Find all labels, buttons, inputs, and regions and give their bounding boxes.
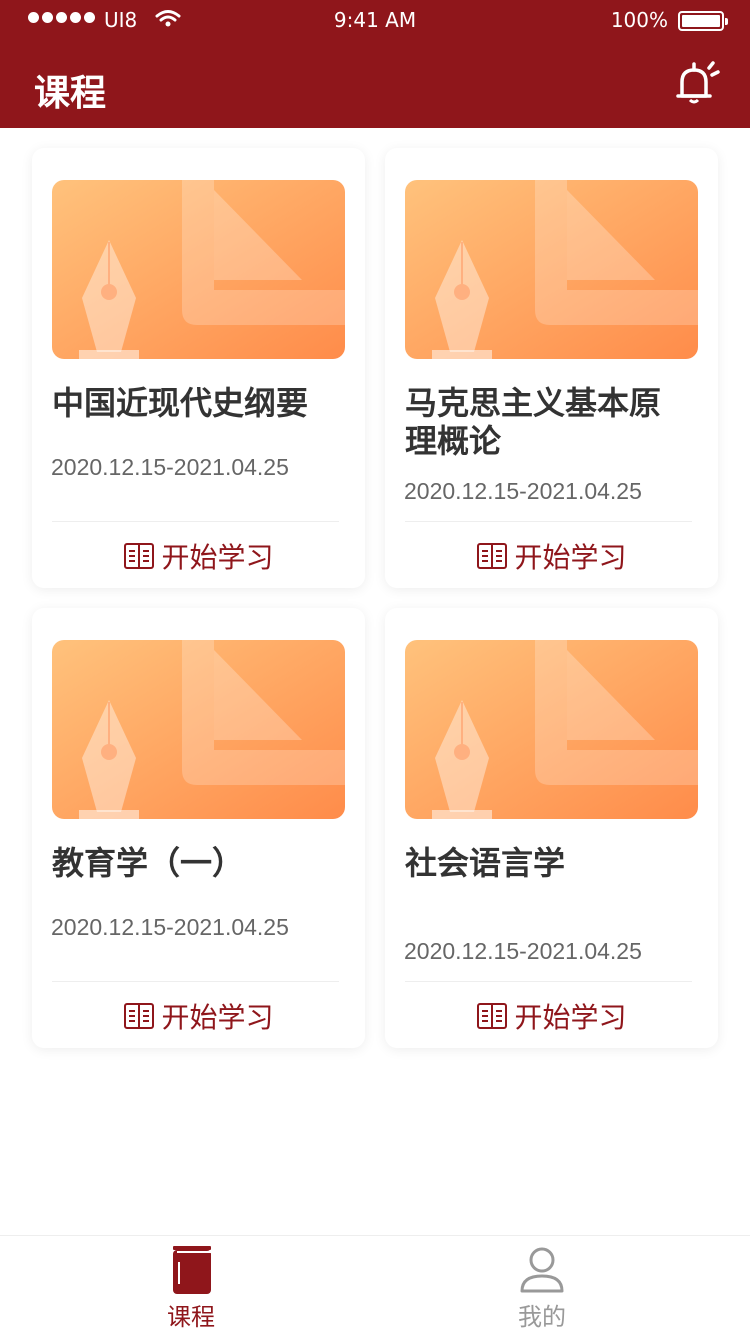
bottom-tab-bar: 课程 我的: [0, 1235, 750, 1334]
course-date: 2020.12.15-2021.04.25: [404, 938, 642, 964]
start-learning-button[interactable]: 开始学习: [405, 996, 698, 1036]
course-card[interactable]: 中国近现代史纲要 2020.12.15-2021.04.25 开始学习: [32, 148, 365, 588]
start-learning-label: 开始学习: [161, 541, 274, 574]
divider: [405, 981, 692, 982]
course-date: 2020.12.15-2021.04.25: [51, 454, 289, 480]
course-title: 教育学（一）: [52, 844, 245, 882]
book-icon: [124, 1003, 155, 1029]
start-learning-button[interactable]: 开始学习: [52, 996, 345, 1036]
divider: [52, 981, 339, 982]
book-icon: [124, 543, 155, 569]
course-date: 2020.12.15-2021.04.25: [51, 914, 289, 940]
book-icon: [477, 543, 508, 569]
course-card[interactable]: 教育学（一） 2020.12.15-2021.04.25 开始学习: [32, 608, 365, 1048]
start-learning-button[interactable]: 开始学习: [52, 536, 345, 576]
battery-icon: [678, 11, 728, 31]
page-title: 课程: [34, 73, 107, 114]
course-book-icon: [173, 1246, 211, 1294]
course-date: 2020.12.15-2021.04.25: [404, 478, 642, 504]
start-learning-label: 开始学习: [514, 1001, 627, 1034]
status-bar: UI8 9:41 AM 100%: [0, 0, 750, 40]
course-cover-image: [52, 640, 345, 819]
course-cover-image: [405, 180, 698, 359]
course-title: 马克思主义基本原理概论: [405, 384, 662, 460]
tab-courses[interactable]: 课程: [131, 1246, 251, 1332]
course-cover-image: [405, 640, 698, 819]
divider: [52, 521, 339, 522]
battery-percentage: 100%: [610, 8, 668, 32]
user-icon: [520, 1247, 564, 1293]
course-card[interactable]: 马克思主义基本原理概论 2020.12.15-2021.04.25 开始学习: [385, 148, 718, 588]
course-card[interactable]: 社会语言学 2020.12.15-2021.04.25 开始学习: [385, 608, 718, 1048]
course-title: 社会语言学: [405, 844, 566, 882]
start-learning-button[interactable]: 开始学习: [405, 536, 698, 576]
start-learning-label: 开始学习: [514, 541, 627, 574]
divider: [405, 521, 692, 522]
tab-mine[interactable]: 我的: [482, 1246, 602, 1332]
start-learning-label: 开始学习: [161, 1001, 274, 1034]
course-cover-image: [52, 180, 345, 359]
app-header: UI8 9:41 AM 100% 课程: [0, 0, 750, 128]
tab-label: 我的: [518, 1303, 566, 1331]
course-title: 中国近现代史纲要: [52, 384, 309, 422]
book-icon: [477, 1003, 508, 1029]
tab-label: 课程: [167, 1303, 215, 1331]
course-grid: 中国近现代史纲要 2020.12.15-2021.04.25 开始学习 马克思主…: [32, 148, 718, 1048]
notification-bell-icon[interactable]: [672, 60, 720, 108]
